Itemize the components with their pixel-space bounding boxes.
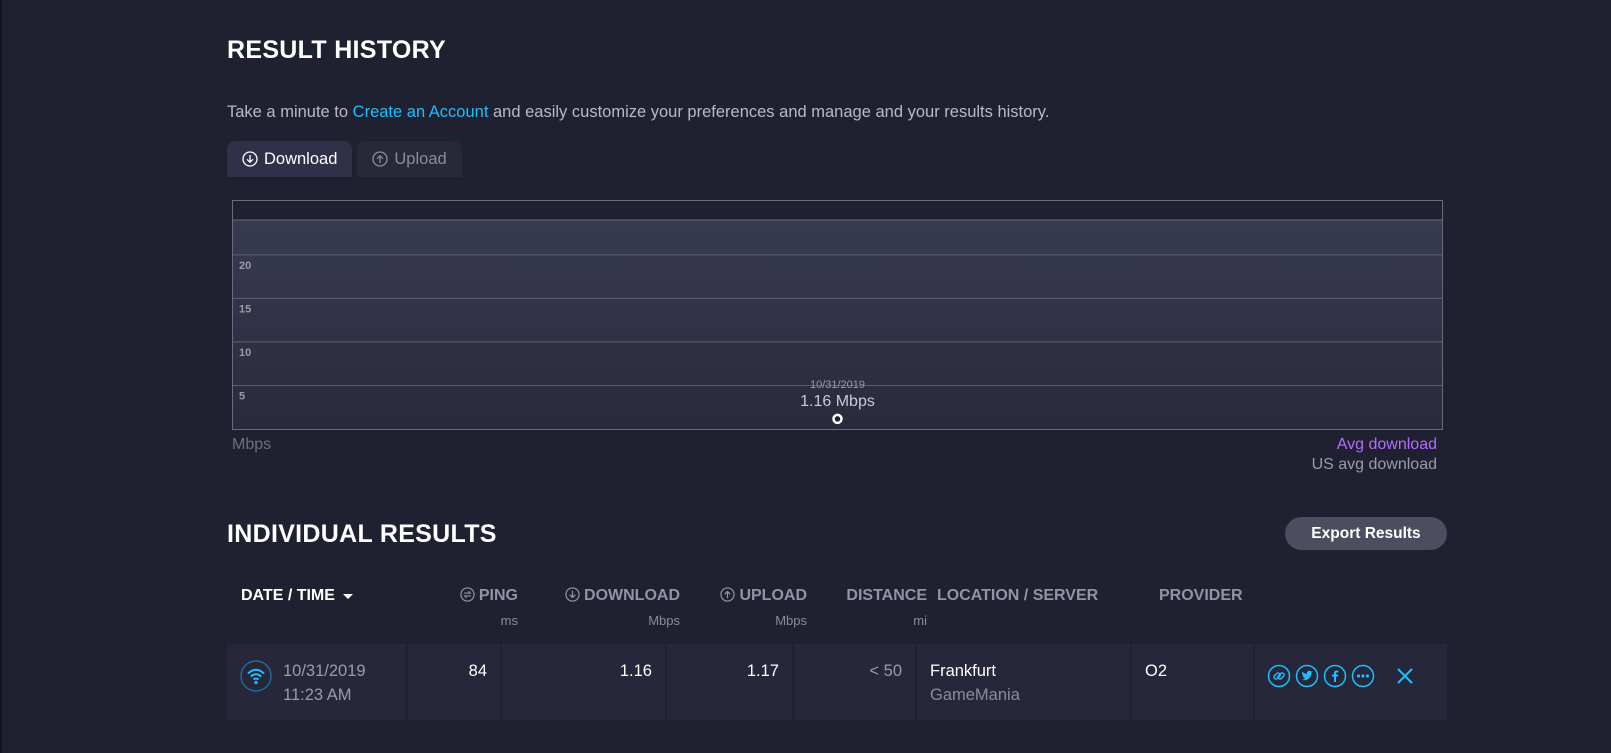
chart-ytick-label: 15 xyxy=(239,303,251,315)
download-arrow-icon xyxy=(242,151,258,167)
result-time: 11:23 AM xyxy=(283,686,352,704)
legend-avg-download[interactable]: Avg download xyxy=(1337,436,1437,454)
column-ping[interactable]: PING ms xyxy=(428,587,518,628)
cell-location-server: Frankfurt GameMania xyxy=(917,644,1130,720)
column-distance-label: DISTANCE xyxy=(846,587,927,604)
column-upload[interactable]: UPLOAD Mbps xyxy=(687,587,807,628)
tab-download[interactable]: Download xyxy=(227,141,353,177)
intro-text: Take a minute to Create an Account and e… xyxy=(227,103,1049,122)
column-download[interactable]: DOWNLOAD Mbps xyxy=(527,587,680,628)
link-icon[interactable] xyxy=(1267,664,1291,688)
upload-arrow-icon xyxy=(372,151,389,167)
chart-data-point[interactable] xyxy=(832,413,843,425)
result-ping: 84 xyxy=(468,662,487,680)
column-distance-unit: mi xyxy=(913,613,927,628)
column-download-unit: Mbps xyxy=(648,613,680,628)
result-history-title: RESULT HISTORY xyxy=(227,36,447,64)
column-date-time[interactable]: DATE / TIME xyxy=(241,587,354,605)
column-download-label: DOWNLOAD xyxy=(584,587,680,604)
column-ping-unit: ms xyxy=(500,613,518,628)
chart-unit-label: Mbps xyxy=(232,436,272,453)
chart-ytick-label: 5 xyxy=(239,390,245,402)
chart-point-value-label: 1.16 Mbps xyxy=(800,393,875,410)
chart-tabs: Download Upload xyxy=(227,141,462,177)
column-upload-label: UPLOAD xyxy=(739,587,807,604)
column-date-time-label: DATE / TIME xyxy=(241,587,335,604)
ping-icon xyxy=(460,587,475,602)
column-ping-label: PING xyxy=(478,587,518,604)
result-server: GameMania xyxy=(930,686,1020,704)
chart-ytick-label: 20 xyxy=(239,260,251,272)
tab-upload[interactable]: Upload xyxy=(357,141,462,177)
cell-actions xyxy=(1255,644,1447,720)
result-distance: < 50 xyxy=(869,662,902,680)
column-location-server[interactable]: LOCATION / SERVER xyxy=(937,587,1098,605)
table-row[interactable]: 10/31/2019 11:23 AM 84 1.16 1.17 < 50 Fr… xyxy=(227,644,1447,720)
close-icon[interactable] xyxy=(1393,664,1417,688)
history-chart-svg: 5 10 15 20 10/31/2019 1.16 Mbps xyxy=(232,200,1443,430)
twitter-icon[interactable] xyxy=(1295,664,1319,688)
sort-down-icon xyxy=(343,594,354,599)
cell-upload: 1.17 xyxy=(667,644,792,720)
chart-point-date-label: 10/31/2019 xyxy=(810,379,865,391)
column-location-label: LOCATION / SERVER xyxy=(937,587,1099,604)
results-table-header: DATE / TIME PING ms DOWNLOAD Mbps UPLOAD… xyxy=(227,587,1447,637)
cell-distance: < 50 xyxy=(794,644,915,720)
legend-us-avg-download[interactable]: US avg download xyxy=(1312,456,1437,474)
window-edge xyxy=(0,0,2,753)
wifi-icon xyxy=(240,660,272,692)
column-provider[interactable]: PROVIDER xyxy=(1159,587,1243,605)
individual-results-title: INDIVIDUAL RESULTS xyxy=(227,520,497,548)
facebook-icon[interactable] xyxy=(1323,664,1347,688)
export-results-button[interactable]: Export Results xyxy=(1285,517,1447,550)
cell-ping: 84 xyxy=(408,644,500,720)
column-distance[interactable]: DISTANCE mi xyxy=(817,587,927,628)
chart-ytick-label: 10 xyxy=(239,347,251,359)
intro-text-before: Take a minute to xyxy=(227,103,353,121)
column-upload-unit: Mbps xyxy=(775,613,807,628)
cell-download: 1.16 xyxy=(502,644,665,720)
tab-download-label: Download xyxy=(264,149,338,168)
cell-date-time: 10/31/2019 11:23 AM xyxy=(227,644,406,720)
column-provider-label: PROVIDER xyxy=(1159,587,1243,604)
create-account-link[interactable]: Create an Account xyxy=(353,103,489,121)
more-options-icon[interactable] xyxy=(1351,664,1375,688)
result-provider: O2 xyxy=(1145,662,1168,680)
tab-upload-label: Upload xyxy=(394,149,447,168)
intro-text-after: and easily customize your preferences an… xyxy=(488,103,1050,121)
download-arrow-icon xyxy=(565,587,580,602)
history-chart: 5 10 15 20 10/31/2019 1.16 Mbps xyxy=(232,200,1444,431)
result-location: Frankfurt xyxy=(930,662,997,680)
result-date: 10/31/2019 xyxy=(283,662,366,680)
cell-provider: O2 xyxy=(1132,644,1253,720)
result-download: 1.16 xyxy=(619,662,652,680)
upload-arrow-icon xyxy=(720,587,736,602)
result-upload: 1.17 xyxy=(746,662,779,680)
